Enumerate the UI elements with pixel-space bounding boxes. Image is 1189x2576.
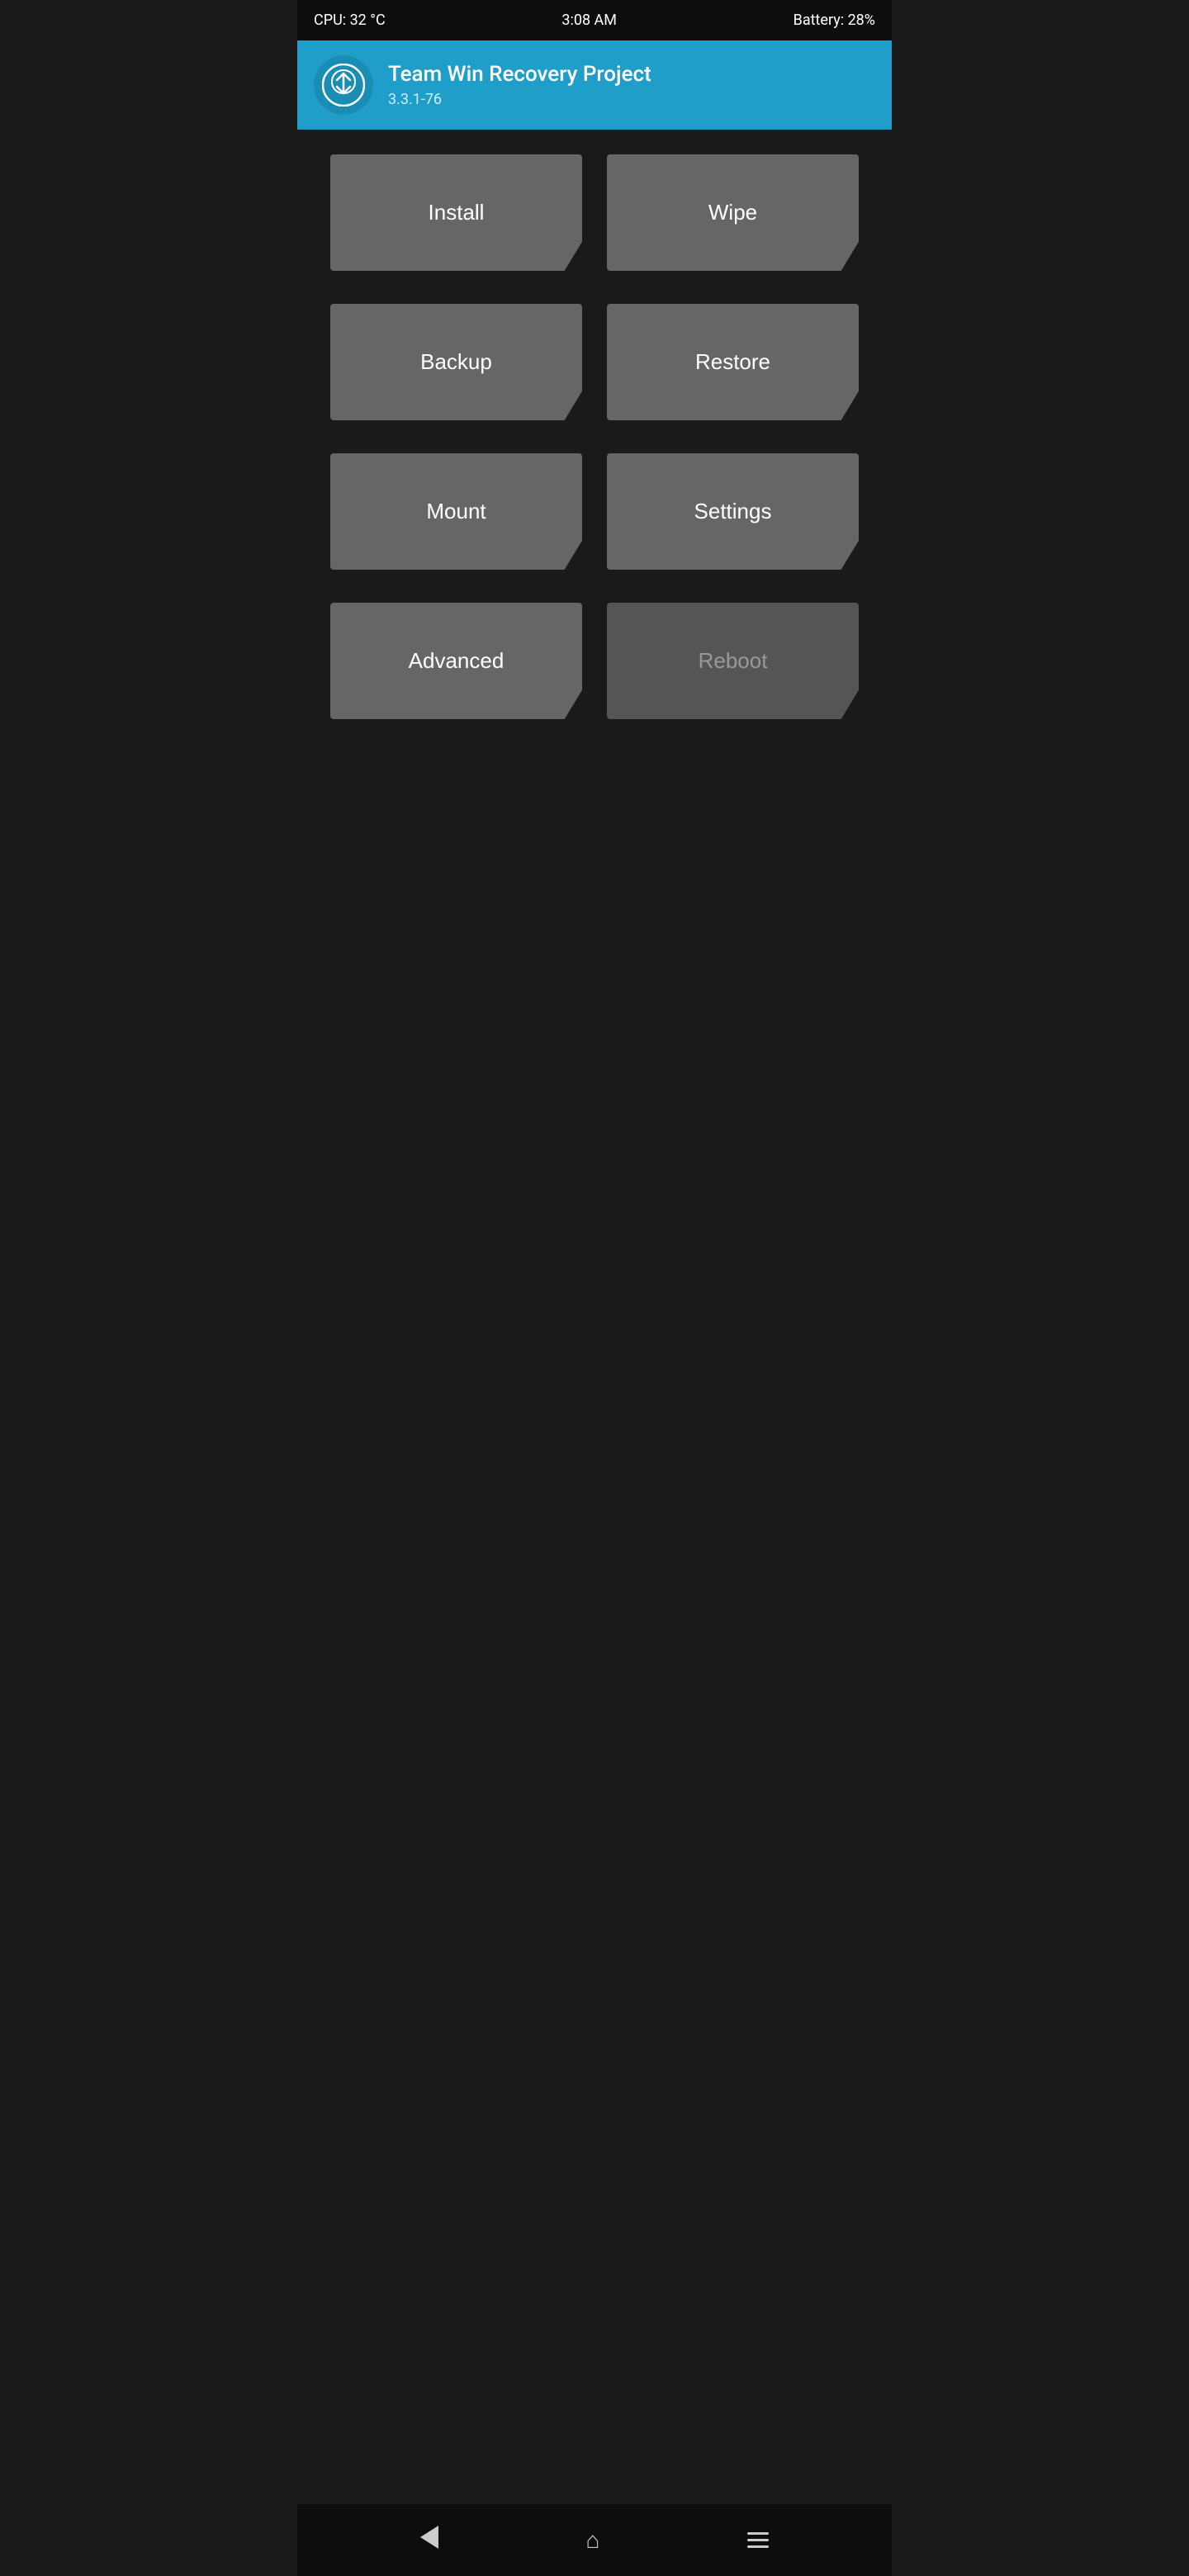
settings-button[interactable]: Settings [607,453,859,570]
mount-button[interactable]: Mount [330,453,582,570]
time-status: 3:08 AM [561,12,617,29]
app-title: Team Win Recovery Project [388,62,651,88]
back-icon [420,2526,438,2549]
button-row-3: Mount Settings [330,453,859,570]
button-row-4: Advanced Reboot [330,603,859,719]
app-logo [314,55,373,115]
nav-bar: ⌂ [297,2504,892,2576]
menu-icon-line2 [747,2539,769,2541]
main-content: Install Wipe Backup Restore Mount Settin… [297,130,892,2504]
advanced-button[interactable]: Advanced [330,603,582,719]
reboot-button[interactable]: Reboot [607,603,859,719]
button-row-2: Backup Restore [330,304,859,420]
back-nav-button[interactable] [404,2519,455,2561]
menu-icon-line3 [747,2545,769,2548]
header-text-group: Team Win Recovery Project 3.3.1-76 [388,62,651,108]
cpu-status: CPU: 32 °C [314,12,386,29]
home-icon: ⌂ [586,2526,600,2554]
status-bar: CPU: 32 °C 3:08 AM Battery: 28% [297,0,892,40]
menu-nav-button[interactable] [731,2526,785,2555]
menu-icon-line1 [747,2532,769,2535]
backup-button[interactable]: Backup [330,304,582,420]
home-nav-button[interactable]: ⌂ [570,2520,617,2560]
button-row-1: Install Wipe [330,154,859,271]
app-header: Team Win Recovery Project 3.3.1-76 [297,40,892,130]
battery-status: Battery: 28% [793,12,875,29]
install-button[interactable]: Install [330,154,582,271]
restore-button[interactable]: Restore [607,304,859,420]
wipe-button[interactable]: Wipe [607,154,859,271]
app-version: 3.3.1-76 [388,91,651,108]
